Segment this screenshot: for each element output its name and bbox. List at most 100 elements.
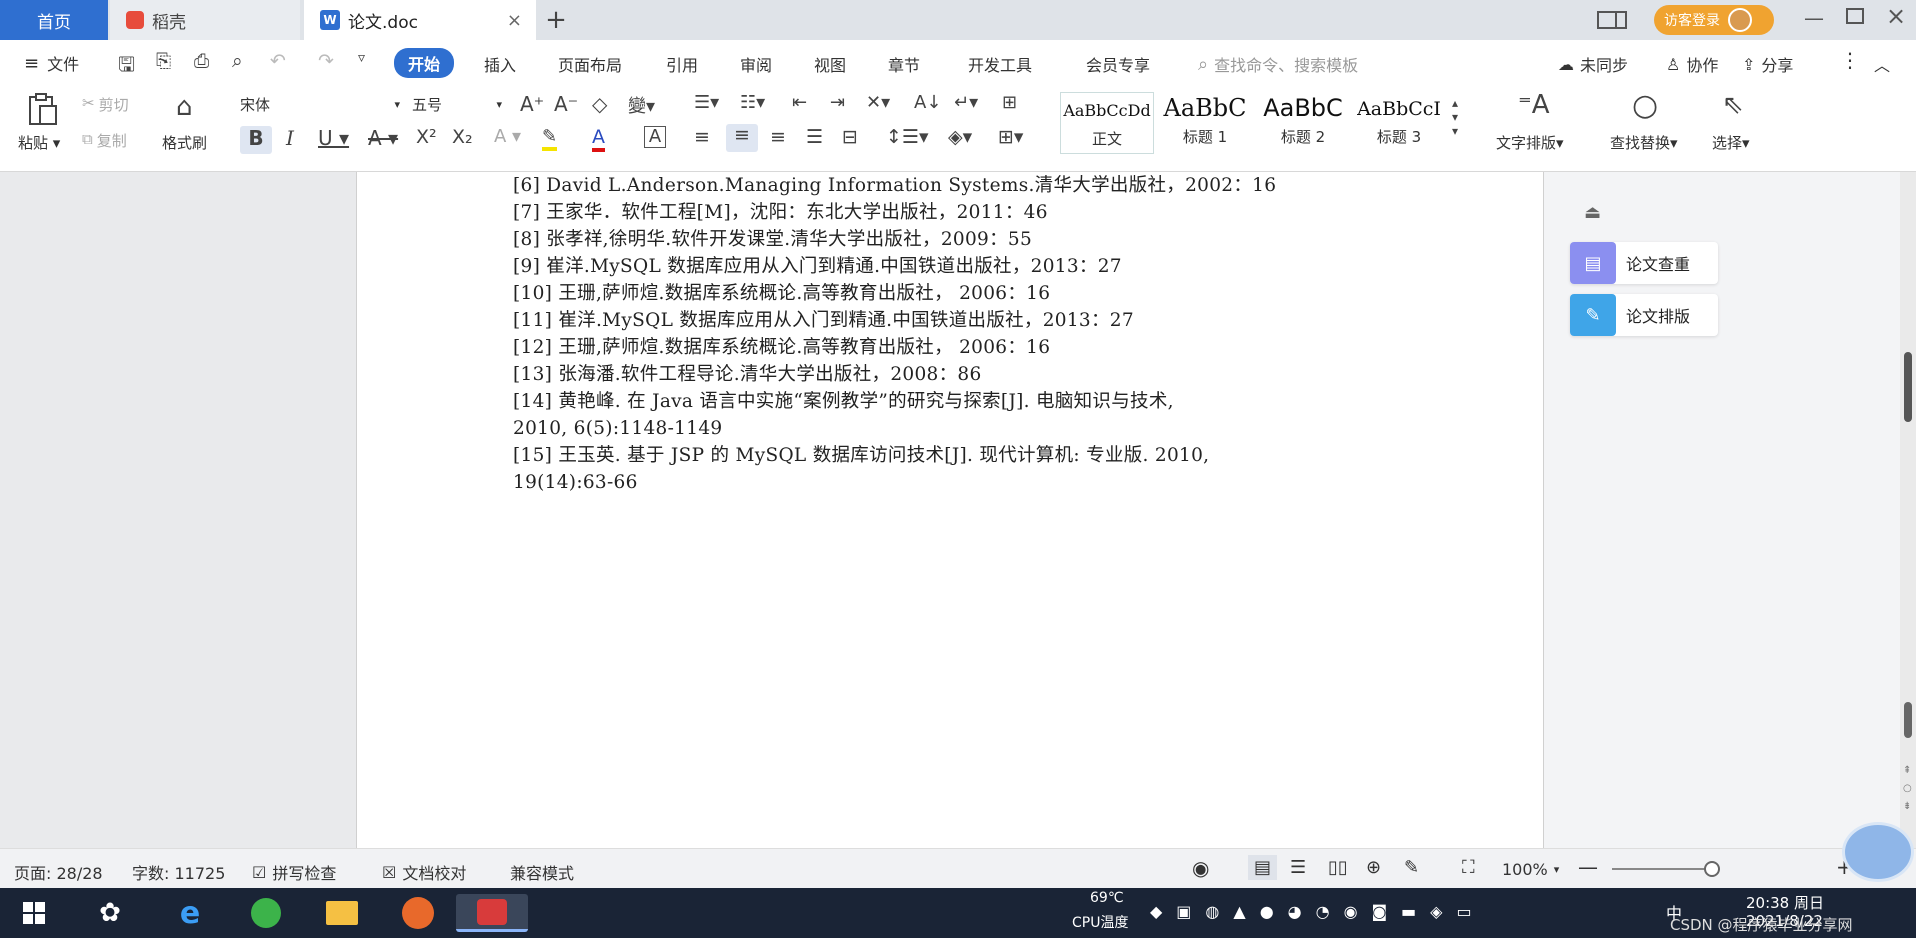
increase-indent-icon[interactable]: ⇥ bbox=[830, 92, 845, 113]
decrease-indent-icon[interactable]: ⇤ bbox=[792, 92, 807, 113]
tabs-ruler-icon[interactable]: ⊞ bbox=[1002, 92, 1017, 113]
tray-icons[interactable]: ◆▣◍▲●◕◔◉◙▬◈▭ bbox=[1150, 902, 1486, 921]
outline-view-icon[interactable]: ☰ bbox=[1290, 857, 1306, 878]
tab-view[interactable]: 视图 bbox=[814, 52, 846, 76]
restore-icon[interactable] bbox=[1846, 8, 1864, 24]
text-layout-icon[interactable]: ⁼A bbox=[1518, 90, 1550, 120]
wps-taskbar-icon[interactable] bbox=[456, 894, 528, 932]
save-icon[interactable]: 🖫 bbox=[118, 50, 135, 84]
write-mode-icon[interactable]: ✎ bbox=[1404, 857, 1419, 878]
increase-font-icon[interactable]: A⁺ bbox=[520, 92, 544, 116]
document-body[interactable]: [6] David L.Anderson.Managing Informatio… bbox=[513, 172, 1413, 496]
file-menu[interactable]: ≡ 文件 bbox=[24, 51, 79, 75]
print-preview-icon[interactable]: ⌕ bbox=[232, 50, 243, 72]
undo-icon[interactable]: ↶ bbox=[270, 50, 286, 72]
subscript-icon[interactable]: X₂ bbox=[452, 126, 473, 148]
tab-chapter[interactable]: 章节 bbox=[888, 52, 920, 76]
scrollbar-thumb[interactable] bbox=[1904, 352, 1912, 422]
text-layout-button[interactable]: 文字排版▾ bbox=[1496, 132, 1564, 153]
font-name-select[interactable]: 宋体 ▾ bbox=[240, 94, 400, 115]
word-count[interactable]: 字数: 11725 bbox=[132, 860, 225, 884]
collapse-panel-icon[interactable]: ⏏ bbox=[1584, 202, 1601, 223]
page-view-icon[interactable]: ▤ bbox=[1248, 855, 1278, 880]
zoom-select[interactable]: 100% ▾ bbox=[1502, 860, 1559, 879]
format-painter-button[interactable]: 格式刷 bbox=[162, 132, 207, 153]
show-marks-icon[interactable]: ↵▾ bbox=[954, 92, 978, 113]
font-size-select[interactable]: 五号 ▾ bbox=[412, 94, 502, 115]
share-button[interactable]: ⇪ 分享 bbox=[1742, 52, 1793, 76]
borders-icon[interactable]: ⊞▾ bbox=[998, 126, 1023, 148]
minimize-icon[interactable]: — bbox=[1804, 6, 1824, 30]
paper-check-button[interactable]: ▤ 论文查重 bbox=[1570, 242, 1718, 284]
find-replace-button[interactable]: 查找替换▾ bbox=[1610, 132, 1678, 153]
page-nav-icon[interactable]: ⇞ ○ ⇟ bbox=[1903, 762, 1912, 816]
tab-references[interactable]: 引用 bbox=[666, 52, 698, 76]
align-right-icon[interactable]: ≡ bbox=[770, 126, 786, 148]
file-explorer-icon[interactable] bbox=[322, 894, 362, 932]
character-border-icon[interactable]: A bbox=[644, 126, 666, 148]
more-options-icon[interactable]: ⋮ bbox=[1840, 48, 1860, 72]
align-center-icon[interactable]: ≡ bbox=[726, 124, 758, 152]
cut-button[interactable]: ✂ 剪切 bbox=[82, 94, 129, 115]
select-button[interactable]: 选择▾ bbox=[1712, 132, 1750, 153]
scrollbar-thumb-lower[interactable] bbox=[1904, 702, 1912, 738]
style-heading-3[interactable]: AaBbCcI 标题 3 bbox=[1352, 92, 1446, 154]
align-left-icon[interactable]: ≡ bbox=[694, 126, 710, 148]
command-search[interactable]: ⌕ 查找命令、搜索模板 bbox=[1198, 52, 1358, 76]
browser-360-icon[interactable] bbox=[246, 894, 286, 932]
superscript-icon[interactable]: X² bbox=[416, 126, 437, 148]
strikethrough-icon[interactable]: A ▾ bbox=[368, 126, 398, 150]
paper-layout-button[interactable]: ✎ 论文排版 bbox=[1570, 294, 1718, 336]
line-spacing-icon[interactable]: ↕☰▾ bbox=[886, 126, 929, 148]
close-tab-icon[interactable]: × bbox=[507, 10, 522, 31]
chinese-layout-icon[interactable]: ✕▾ bbox=[866, 92, 890, 113]
zoom-out-icon[interactable]: — bbox=[1578, 855, 1598, 879]
new-tab-button[interactable]: + bbox=[540, 4, 572, 36]
zoom-slider-track[interactable] bbox=[1612, 868, 1716, 870]
shading-icon[interactable]: ◈▾ bbox=[948, 126, 972, 148]
tab-member[interactable]: 会员专享 bbox=[1086, 52, 1150, 76]
clear-format-icon[interactable]: ◇ bbox=[592, 92, 607, 116]
tab-page-layout[interactable]: 页面布局 bbox=[558, 52, 622, 76]
quick-access-dropdown-icon[interactable]: ▿ bbox=[358, 50, 365, 66]
tab-home[interactable]: 首页 bbox=[0, 0, 108, 40]
web-view-icon[interactable]: ⊕ bbox=[1366, 857, 1381, 878]
tab-document[interactable]: W 论文.doc × bbox=[304, 0, 536, 40]
paste-button[interactable]: 粘贴 ▾ bbox=[18, 132, 60, 153]
sort-icon[interactable]: A↓ bbox=[914, 92, 941, 113]
media-player-icon[interactable] bbox=[398, 894, 438, 932]
bullets-icon[interactable]: ☰▾ bbox=[694, 92, 719, 113]
tab-review[interactable]: 审阅 bbox=[740, 52, 772, 76]
collaborate-button[interactable]: ♙ 协作 bbox=[1666, 52, 1718, 76]
underline-icon[interactable]: U ▾ bbox=[318, 126, 349, 150]
find-replace-icon[interactable]: ○ bbox=[1632, 88, 1658, 123]
collapse-ribbon-icon[interactable]: ︿ bbox=[1874, 52, 1890, 76]
app-launcher-icon[interactable]: ✿ bbox=[90, 894, 130, 932]
close-window-icon[interactable]: × bbox=[1886, 2, 1906, 30]
tab-daoke[interactable]: 稻壳 bbox=[110, 0, 300, 40]
justify-icon[interactable]: ☰ bbox=[806, 126, 823, 148]
text-effect-icon[interactable]: A ▾ bbox=[494, 126, 521, 147]
distributed-icon[interactable]: ⊟ bbox=[842, 126, 858, 148]
bold-icon[interactable]: B bbox=[240, 126, 272, 154]
page-count[interactable]: 页面: 28/28 bbox=[14, 860, 103, 884]
style-heading-1[interactable]: AaBbC 标题 1 bbox=[1158, 92, 1252, 154]
format-painter-icon[interactable]: ⌂ bbox=[176, 92, 193, 122]
style-heading-2[interactable]: AaBbC 标题 2 bbox=[1256, 92, 1350, 154]
eye-protection-icon[interactable]: ◉ bbox=[1192, 856, 1209, 880]
numbering-icon[interactable]: ☷▾ bbox=[740, 92, 765, 113]
copy-button[interactable]: ⧉ 复制 bbox=[82, 130, 127, 151]
vertical-scrollbar[interactable]: ⇞ ○ ⇟ bbox=[1900, 172, 1916, 848]
styles-scroll-icon[interactable]: ▴ ▾ ▾ bbox=[1452, 96, 1458, 138]
ie-browser-icon[interactable]: e bbox=[170, 894, 210, 932]
layout-toggle-icon[interactable] bbox=[1596, 6, 1628, 34]
proofread-button[interactable]: ☒ 文档校对 bbox=[382, 860, 466, 884]
font-color-icon[interactable]: A bbox=[592, 126, 605, 152]
decrease-font-icon[interactable]: A⁻ bbox=[554, 92, 578, 116]
paste-icon[interactable] bbox=[26, 92, 58, 130]
redo-icon[interactable]: ↷ bbox=[318, 50, 334, 72]
visitor-login-button[interactable]: 访客登录 bbox=[1654, 5, 1774, 35]
fit-page-icon[interactable]: ⛶ bbox=[1462, 857, 1475, 878]
zoom-slider-handle[interactable] bbox=[1704, 861, 1720, 877]
style-normal[interactable]: AaBbCcDd 正文 bbox=[1060, 92, 1154, 154]
